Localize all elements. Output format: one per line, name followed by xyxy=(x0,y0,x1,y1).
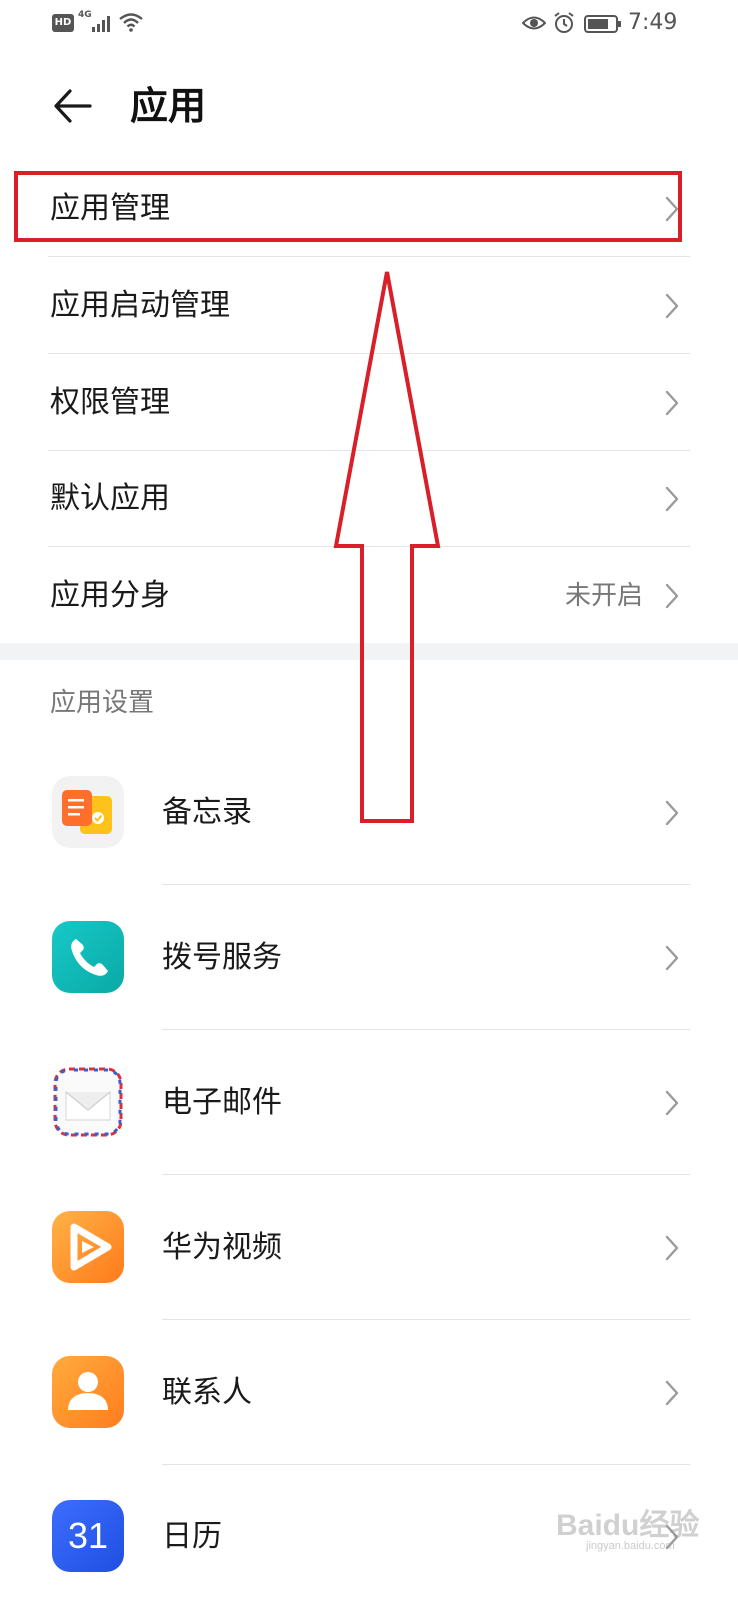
divider xyxy=(48,353,690,354)
menu-item-app-twin[interactable]: 应用分身 未开启 xyxy=(0,548,738,644)
app-item-dialer[interactable]: 拨号服务 xyxy=(0,885,738,1030)
menu-item-app-launch[interactable]: 应用启动管理 xyxy=(0,258,738,354)
back-arrow-icon xyxy=(54,89,92,123)
menu-item-permissions[interactable]: 权限管理 xyxy=(0,355,738,451)
menu-item-default-apps[interactable]: 默认应用 xyxy=(0,451,738,547)
battery-icon xyxy=(584,15,621,33)
app-item-label: 华为视频 xyxy=(162,1230,282,1265)
notes-icon xyxy=(52,776,124,848)
phone-icon xyxy=(52,921,124,993)
status-bar: HD 4G 7:49 xyxy=(0,0,738,50)
baidu-watermark-url: jingyan.baidu.com xyxy=(586,1540,675,1552)
divider xyxy=(48,546,690,547)
app-item-contacts[interactable]: 联系人 xyxy=(0,1320,738,1465)
menu-item-label: 默认应用 xyxy=(50,481,170,516)
eye-comfort-icon xyxy=(522,16,546,30)
calendar-icon: 31 xyxy=(52,1500,124,1572)
app-item-label: 备忘录 xyxy=(162,795,252,830)
section-separator xyxy=(0,643,738,660)
app-item-label: 电子邮件 xyxy=(162,1085,282,1120)
menu-item-status: 未开启 xyxy=(564,581,643,611)
chevron-right-icon xyxy=(665,1380,679,1405)
back-button[interactable] xyxy=(48,82,96,130)
hd-badge: HD xyxy=(52,14,74,32)
chevron-right-icon xyxy=(665,945,679,970)
menu-item-label: 权限管理 xyxy=(50,385,170,420)
video-play-icon xyxy=(52,1211,124,1283)
app-item-label: 拨号服务 xyxy=(162,940,282,975)
annotation-highlight-box xyxy=(14,171,682,242)
divider xyxy=(48,256,690,257)
alarm-icon xyxy=(554,12,574,33)
section-title: 应用设置 xyxy=(50,688,155,718)
app-item-label: 日历 xyxy=(162,1519,222,1554)
app-item-notes[interactable]: 备忘录 xyxy=(0,740,738,885)
baidu-watermark: Baidu经验 xyxy=(556,1509,700,1542)
chevron-right-icon xyxy=(665,486,679,512)
menu-item-label: 应用启动管理 xyxy=(50,288,230,323)
contact-icon xyxy=(52,1356,124,1428)
chevron-right-icon xyxy=(665,583,679,609)
chevron-right-icon xyxy=(665,800,679,825)
signal-icon xyxy=(92,16,110,32)
page-title: 应用 xyxy=(130,84,207,128)
chevron-right-icon xyxy=(665,1090,679,1115)
mail-icon xyxy=(52,1066,124,1138)
menu-item-label: 应用分身 xyxy=(50,578,170,613)
app-item-email[interactable]: 电子邮件 xyxy=(0,1030,738,1175)
wifi-icon xyxy=(119,13,143,32)
app-item-label: 联系人 xyxy=(162,1375,252,1410)
clock: 7:49 xyxy=(628,10,678,35)
chevron-right-icon xyxy=(665,1235,679,1260)
chevron-right-icon xyxy=(665,390,679,416)
app-item-huawei-video[interactable]: 华为视频 xyxy=(0,1175,738,1320)
network-type: 4G xyxy=(78,10,92,20)
chevron-right-icon xyxy=(665,293,679,319)
